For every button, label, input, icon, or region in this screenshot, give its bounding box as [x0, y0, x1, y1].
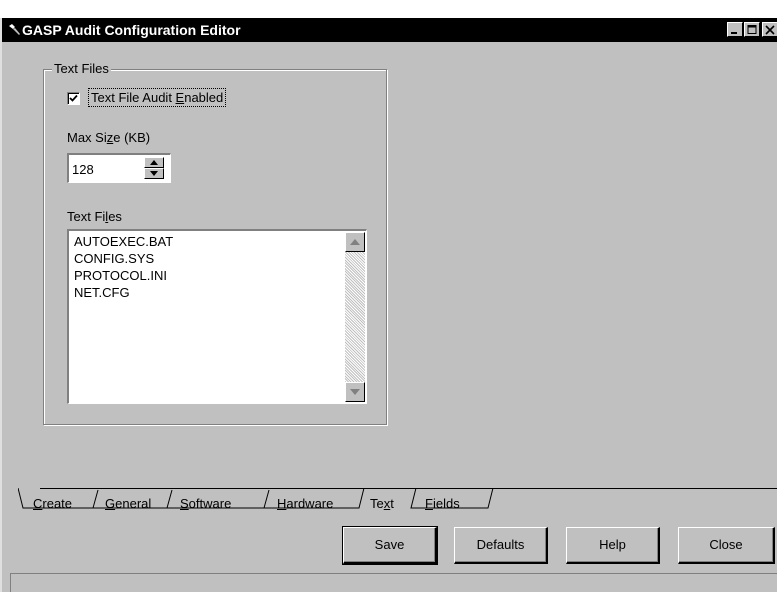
mnemonic-letter: F — [425, 496, 433, 511]
tab-fields[interactable]: Fields — [425, 496, 460, 511]
list-item[interactable]: CONFIG.SYS — [74, 251, 154, 267]
label-part: Max Si — [67, 130, 107, 145]
text-file-audit-label[interactable]: Text File Audit Enabled — [87, 88, 227, 107]
close-window-button[interactable] — [762, 22, 777, 37]
help-button[interactable]: Help — [566, 527, 660, 564]
tab-hardware[interactable]: Hardware — [277, 496, 333, 511]
mnemonic-letter: E — [175, 90, 185, 105]
label-part: es — [108, 209, 122, 224]
text-files-listbox[interactable]: AUTOEXEC.BAT CONFIG.SYS PROTOCOL.INI NET… — [67, 229, 367, 404]
mnemonic-letter: H — [277, 496, 287, 511]
label-part: Text File Audit — [91, 90, 176, 105]
title-bar[interactable]: GASP Audit Configuration Editor — [2, 18, 777, 42]
close-icon — [765, 25, 775, 35]
tab-label-part: oftware — [188, 496, 232, 511]
tab-general[interactable]: General — [105, 496, 151, 511]
arrow-down-icon — [350, 389, 360, 395]
checkmark-icon — [69, 94, 78, 102]
close-button[interactable]: Close — [678, 527, 775, 564]
text-files-list-label: Text Files — [67, 209, 122, 224]
defaults-button[interactable]: Defaults — [454, 527, 548, 564]
tab-label-part: ields — [432, 496, 460, 511]
label-part: Text Fi — [67, 209, 106, 224]
app-icon — [9, 24, 20, 35]
tab-create[interactable]: Create — [33, 496, 72, 511]
text-file-audit-checkbox[interactable] — [67, 92, 80, 105]
minimize-icon — [731, 32, 737, 34]
maximize-icon — [747, 25, 757, 34]
list-item[interactable]: NET.CFG — [74, 285, 130, 301]
tab-label-part: eneral — [115, 496, 152, 511]
arrow-up-icon — [350, 239, 360, 245]
spinner-up-button[interactable] — [144, 157, 164, 168]
status-bar — [10, 573, 777, 592]
tab-label-part: ardware — [286, 496, 334, 511]
vertical-scrollbar[interactable] — [345, 232, 365, 402]
tab-label-part: Te — [370, 496, 384, 511]
scroll-up-button[interactable] — [345, 232, 365, 252]
arrow-down-icon — [150, 171, 158, 176]
label-part: e (KB) — [113, 130, 151, 145]
tab-label-part: reate — [42, 496, 73, 511]
mnemonic-letter: C — [33, 496, 43, 511]
list-item[interactable]: AUTOEXEC.BAT — [74, 234, 173, 250]
mnemonic-letter: S — [180, 496, 189, 511]
tab-software[interactable]: Software — [180, 496, 231, 511]
list-item[interactable]: PROTOCOL.INI — [74, 268, 167, 284]
minimize-button[interactable] — [727, 22, 743, 37]
text-files-group-title: Text Files — [52, 61, 111, 76]
spinner-buttons — [144, 157, 164, 179]
save-button[interactable]: Save — [342, 526, 438, 565]
tab-label-part: t — [390, 496, 394, 511]
mnemonic-letter: G — [105, 496, 116, 511]
spinner-down-button[interactable] — [144, 168, 164, 179]
arrow-up-icon — [150, 160, 158, 165]
max-size-value[interactable]: 128 — [72, 162, 94, 177]
max-size-label: Max Size (KB) — [67, 130, 150, 145]
maximize-button[interactable] — [744, 22, 760, 37]
scroll-down-button[interactable] — [345, 382, 365, 402]
max-size-spinner[interactable]: 128 — [67, 153, 171, 183]
window-title: GASP Audit Configuration Editor — [22, 22, 241, 38]
tab-text[interactable]: Text — [370, 496, 394, 511]
label-part: nabled — [184, 90, 224, 105]
